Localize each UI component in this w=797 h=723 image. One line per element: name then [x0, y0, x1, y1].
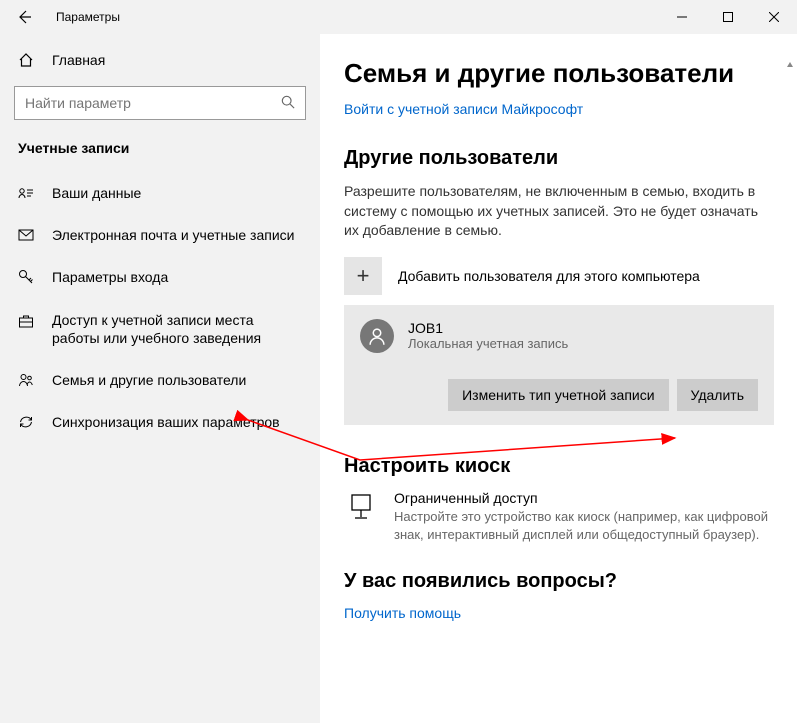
back-button[interactable] — [0, 0, 48, 34]
sidebar-category: Учетные записи — [0, 136, 320, 172]
other-users-title: Другие пользователи — [344, 147, 781, 170]
change-account-type-button[interactable]: Изменить тип учетной записи — [448, 379, 668, 411]
user-subtitle: Локальная учетная запись — [408, 336, 568, 351]
people-icon — [18, 372, 34, 388]
close-icon — [769, 12, 779, 22]
plus-icon: + — [344, 257, 382, 295]
maximize-icon — [723, 12, 733, 22]
sync-icon — [18, 414, 34, 430]
sidebar-item-work-access[interactable]: Доступ к учетной записи места работы или… — [0, 299, 320, 359]
person-icon — [367, 326, 387, 346]
content-area: Семья и другие пользователи Войти с учет… — [320, 34, 797, 723]
kiosk-item-title: Ограниченный доступ — [394, 490, 774, 506]
avatar — [360, 319, 394, 353]
delete-button[interactable]: Удалить — [677, 379, 758, 411]
page-title: Семья и другие пользователи — [344, 58, 781, 89]
add-user-label: Добавить пользователя для этого компьюте… — [398, 268, 700, 284]
close-button[interactable] — [751, 0, 797, 34]
scrollbar[interactable] — [783, 58, 797, 723]
search-box[interactable] — [14, 86, 306, 120]
kiosk-item-desc: Настройте это устройство как киоск (напр… — [394, 508, 774, 544]
mail-icon — [18, 227, 34, 243]
sidebar-item-label: Ваши данные — [52, 184, 141, 202]
sidebar-item-label: Параметры входа — [52, 268, 168, 286]
person-card-icon — [18, 185, 34, 201]
sidebar-home[interactable]: Главная — [0, 44, 320, 76]
search-input[interactable] — [25, 95, 281, 111]
add-user-row[interactable]: + Добавить пользователя для этого компью… — [344, 257, 781, 295]
home-icon — [18, 52, 34, 68]
sidebar-item-label: Семья и другие пользователи — [52, 371, 246, 389]
kiosk-title: Настроить киоск — [344, 455, 781, 478]
user-name: JOB1 — [408, 320, 568, 336]
briefcase-icon — [18, 313, 34, 329]
other-users-desc: Разрешите пользователям, не включенным в… — [344, 182, 774, 241]
sidebar-item-family[interactable]: Семья и другие пользователи — [0, 359, 320, 401]
sidebar-item-label: Доступ к учетной записи места работы или… — [52, 311, 302, 347]
search-icon — [281, 95, 295, 112]
window-title: Параметры — [48, 10, 659, 24]
sidebar: Главная Учетные записи Ваши данные Элект… — [0, 34, 320, 723]
sidebar-item-email[interactable]: Электронная почта и учетные записи — [0, 214, 320, 256]
minimize-icon — [677, 12, 687, 22]
user-card[interactable]: JOB1 Локальная учетная запись Изменить т… — [344, 305, 774, 425]
maximize-button[interactable] — [705, 0, 751, 34]
sidebar-item-label: Электронная почта и учетные записи — [52, 226, 294, 244]
sidebar-item-sync[interactable]: Синхронизация ваших параметров — [0, 401, 320, 443]
signin-link[interactable]: Войти с учетной записи Майкрософт — [344, 101, 583, 117]
help-title: У вас появились вопросы? — [344, 570, 781, 593]
titlebar: Параметры — [0, 0, 797, 34]
back-arrow-icon — [16, 9, 32, 25]
sidebar-item-label: Синхронизация ваших параметров — [52, 413, 280, 431]
sidebar-home-label: Главная — [52, 52, 105, 68]
kiosk-row[interactable]: Ограниченный доступ Настройте это устрой… — [344, 490, 774, 544]
scroll-up-icon[interactable] — [783, 58, 797, 72]
key-icon — [18, 269, 34, 285]
sidebar-item-signin-options[interactable]: Параметры входа — [0, 256, 320, 298]
get-help-link[interactable]: Получить помощь — [344, 605, 461, 621]
sidebar-item-your-info[interactable]: Ваши данные — [0, 172, 320, 214]
kiosk-icon — [344, 490, 378, 524]
minimize-button[interactable] — [659, 0, 705, 34]
